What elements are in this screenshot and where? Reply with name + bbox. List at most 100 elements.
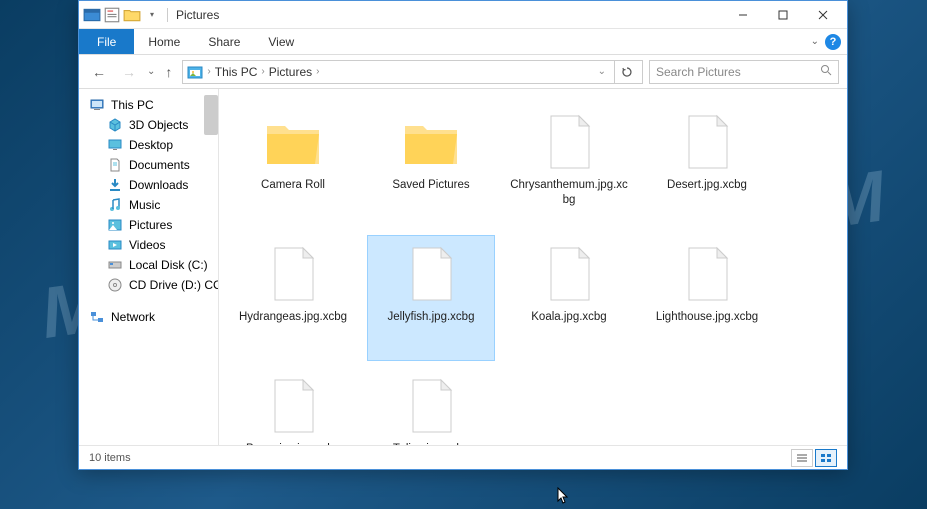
tree-label: 3D Objects (129, 118, 188, 132)
file-item[interactable]: Tulips.jpg.xcbg (367, 367, 495, 445)
tree-item-disk[interactable]: Local Disk (C:) (79, 255, 218, 275)
history-dropdown-icon[interactable]: ⌄ (147, 66, 155, 77)
details-view-button[interactable] (791, 449, 813, 467)
item-label: Lighthouse.jpg.xcbg (656, 310, 758, 325)
icons-view-button[interactable] (815, 449, 837, 467)
item-label: Camera Roll (261, 178, 325, 193)
folder-icon (261, 110, 325, 174)
folder-qat-icon[interactable] (123, 6, 141, 24)
tree-label: Documents (129, 158, 190, 172)
search-icon[interactable] (820, 64, 832, 79)
disk-icon (107, 257, 123, 273)
ribbon-tabs: File Home Share View ⌄ ? (79, 29, 847, 55)
desktop-icon (107, 137, 123, 153)
item-label: Desert.jpg.xcbg (667, 178, 747, 193)
status-bar: 10 items (79, 445, 847, 469)
this-pc-icon (89, 97, 105, 113)
back-button[interactable]: ← (87, 60, 111, 84)
navigation-pane: This PC 3D Objects Desktop Documents Downlo… (79, 89, 219, 445)
folder-item[interactable]: Saved Pictures (367, 103, 495, 229)
tree-label: Desktop (129, 138, 173, 152)
quick-access-toolbar: ▾ (83, 6, 161, 24)
tree-item-cd[interactable]: CD Drive (D:) CC (79, 275, 218, 295)
tab-share[interactable]: Share (194, 29, 254, 54)
breadcrumb-sep-icon[interactable]: › (261, 66, 264, 77)
tree-label: Network (111, 310, 155, 324)
breadcrumb-pictures[interactable]: Pictures (269, 65, 312, 79)
file-item[interactable]: Lighthouse.jpg.xcbg (643, 235, 771, 361)
tree-label: Local Disk (C:) (129, 258, 208, 272)
properties-icon[interactable] (103, 6, 121, 24)
file-item[interactable]: Koala.jpg.xcbg (505, 235, 633, 361)
file-tab[interactable]: File (79, 29, 134, 54)
file-item[interactable]: Penguins.jpg.xcbg (229, 367, 357, 445)
minimize-button[interactable] (723, 1, 763, 29)
tree-item-desktop[interactable]: Desktop (79, 135, 218, 155)
explorer-window: ▾ Pictures File Home Share View ⌄ ? ← → … (78, 0, 848, 470)
window-controls (723, 1, 843, 29)
downloads-icon (107, 177, 123, 193)
tree-label: Downloads (129, 178, 188, 192)
item-label: Chrysanthemum.jpg.xcbg (510, 178, 628, 208)
file-icon (675, 110, 739, 174)
tree-item-videos[interactable]: Videos (79, 235, 218, 255)
refresh-button[interactable] (614, 61, 638, 83)
3d-icon (107, 117, 123, 133)
breadcrumb-this-pc[interactable]: This PC (215, 65, 258, 79)
help-icon[interactable]: ? (825, 34, 841, 50)
qat-dropdown-icon[interactable]: ▾ (143, 6, 161, 24)
breadcrumb-sep-icon: › (207, 66, 210, 77)
tree-item-documents[interactable]: Documents (79, 155, 218, 175)
tree-label: Music (129, 198, 160, 212)
network-icon (89, 309, 105, 325)
explorer-body: This PC 3D Objects Desktop Documents Downlo… (79, 89, 847, 445)
maximize-button[interactable] (763, 1, 803, 29)
item-label: Saved Pictures (392, 178, 469, 193)
tree-item-downloads[interactable]: Downloads (79, 175, 218, 195)
tree-this-pc[interactable]: This PC (79, 95, 218, 115)
file-icon (261, 374, 325, 438)
tree-item-3d[interactable]: 3D Objects (79, 115, 218, 135)
tab-home[interactable]: Home (134, 29, 194, 54)
up-button[interactable]: ↑ (161, 64, 176, 80)
tree-label: Videos (129, 238, 165, 252)
app-icon (83, 6, 101, 24)
close-button[interactable] (803, 1, 843, 29)
view-toggle (791, 449, 837, 467)
tab-view[interactable]: View (254, 29, 308, 54)
sidebar-scrollbar[interactable] (204, 95, 218, 135)
item-count: 10 items (89, 452, 131, 464)
search-placeholder: Search Pictures (656, 65, 741, 79)
address-bar[interactable]: › This PC › Pictures › ⌄ (182, 60, 643, 84)
documents-icon (107, 157, 123, 173)
tree-item-pictures[interactable]: Pictures (79, 215, 218, 235)
search-input[interactable]: Search Pictures (649, 60, 839, 84)
breadcrumb-sep-icon[interactable]: › (316, 66, 319, 77)
address-dropdown-icon[interactable]: ⌄ (594, 66, 610, 77)
music-icon (107, 197, 123, 213)
ribbon-expand-icon[interactable]: ⌄ (811, 36, 819, 47)
file-icon (537, 242, 601, 306)
tree-item-music[interactable]: Music (79, 195, 218, 215)
mouse-cursor-icon (557, 487, 571, 505)
item-label: Hydrangeas.jpg.xcbg (239, 310, 347, 325)
window-title: Pictures (167, 8, 219, 22)
folder-icon (399, 110, 463, 174)
file-item[interactable]: Hydrangeas.jpg.xcbg (229, 235, 357, 361)
titlebar: ▾ Pictures (79, 1, 847, 29)
file-icon (399, 374, 463, 438)
file-item[interactable]: Jellyfish.jpg.xcbg (367, 235, 495, 361)
folder-item[interactable]: Camera Roll (229, 103, 357, 229)
file-item[interactable]: Desert.jpg.xcbg (643, 103, 771, 229)
tree-label: CD Drive (D:) CC (129, 278, 219, 292)
tree-label: This PC (111, 98, 154, 112)
file-list[interactable]: Camera Roll Saved Pictures Chrysanthemum.j… (219, 89, 847, 445)
item-label: Jellyfish.jpg.xcbg (388, 310, 475, 325)
file-item[interactable]: Chrysanthemum.jpg.xcbg (505, 103, 633, 229)
file-icon (261, 242, 325, 306)
nav-toolbar: ← → ⌄ ↑ › This PC › Pictures › ⌄ Search … (79, 55, 847, 89)
forward-button[interactable]: → (117, 60, 141, 84)
cd-icon (107, 277, 123, 293)
videos-icon (107, 237, 123, 253)
tree-network[interactable]: Network (79, 307, 218, 327)
